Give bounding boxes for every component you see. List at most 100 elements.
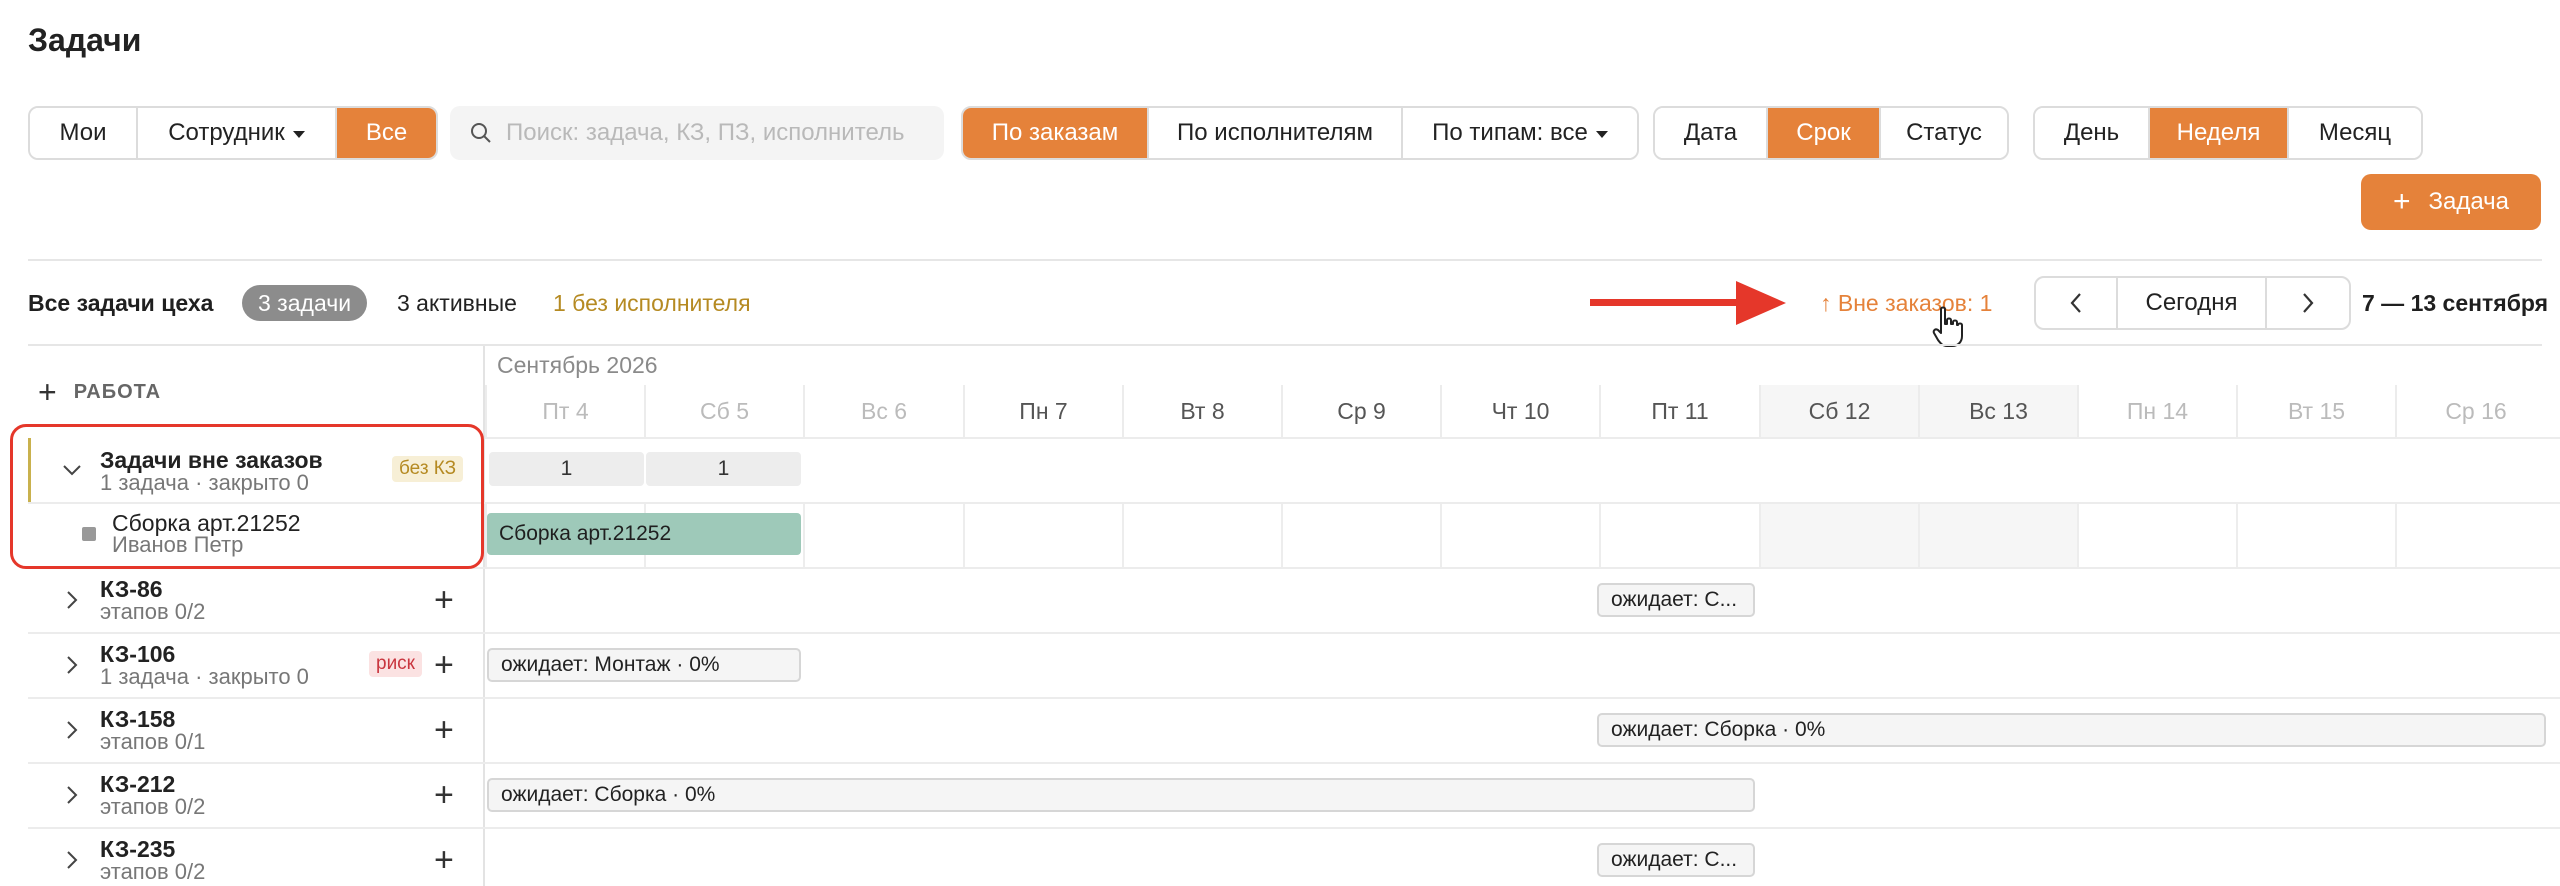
filter-mine-label: Мои xyxy=(59,119,107,146)
chevron-right-icon[interactable] xyxy=(62,785,82,805)
today-button[interactable]: Сегодня xyxy=(2118,278,2267,328)
filter-employee-dropdown[interactable]: Сотрудник xyxy=(138,108,337,158)
day-header: Ср 9 xyxy=(1281,385,1440,437)
day-header: Вт 8 xyxy=(1122,385,1281,437)
order-subtitle: 1 задача · закрыто 0 xyxy=(100,664,309,689)
day-count-cell: 1 xyxy=(489,452,644,486)
day-column xyxy=(1281,504,1440,567)
day-header: Вс 13 xyxy=(1918,385,2077,437)
add-stage-button[interactable]: + xyxy=(434,648,454,682)
period-selector: День Неделя Месяц xyxy=(2033,106,2423,160)
add-task-button[interactable]: + Задача xyxy=(2361,174,2541,230)
group-by-types-dropdown[interactable]: По типам: все xyxy=(1403,108,1637,158)
unassigned-filter-link[interactable]: 1 без исполнителя xyxy=(553,290,751,317)
group-by-assignees-button[interactable]: По исполнителям xyxy=(1149,108,1403,158)
add-work-button[interactable]: + РАБОТА xyxy=(38,376,161,408)
add-stage-button[interactable]: + xyxy=(434,778,454,812)
day-header: Ср 16 xyxy=(2395,385,2555,437)
stage-bar[interactable]: ожидает: С... xyxy=(1597,583,1755,617)
today-label: Сегодня xyxy=(2145,289,2238,316)
period-month-label: Месяц xyxy=(2318,119,2392,146)
tasks-count-badge: 3 задачи xyxy=(242,285,368,321)
group-by-orders-button[interactable]: По заказам xyxy=(963,108,1149,158)
date-range-label: 7 — 13 сентября xyxy=(2362,290,2549,316)
day-header: Пт 4 xyxy=(485,385,644,437)
task-bar[interactable]: Сборка арт.21252 xyxy=(487,513,801,555)
period-day-label: День xyxy=(2063,119,2120,146)
search-input[interactable] xyxy=(506,119,926,147)
scope-filter: Мои Сотрудник Все xyxy=(28,106,438,160)
add-stage-button[interactable]: + xyxy=(434,713,454,747)
sort-deadline-label: Срок xyxy=(1796,119,1851,146)
prev-week-button[interactable] xyxy=(2036,278,2118,328)
active-count: 3 активные xyxy=(397,290,517,316)
day-column xyxy=(803,504,963,567)
risk-badge: риск xyxy=(369,651,422,677)
day-column xyxy=(2395,504,2555,567)
order-subtitle: этапов 0/2 xyxy=(100,859,206,884)
day-column xyxy=(1440,504,1599,567)
chevron-left-icon xyxy=(2070,293,2081,313)
day-count-cell: 1 xyxy=(646,452,801,486)
plus-icon: + xyxy=(38,374,58,410)
day-header: Пн 14 xyxy=(2077,385,2236,437)
stage-bar[interactable]: ожидает: С... xyxy=(1597,843,1755,877)
day-header: Сб 12 xyxy=(1759,385,1918,437)
chevron-right-icon[interactable] xyxy=(62,655,82,675)
order-subtitle: этапов 0/1 xyxy=(100,729,206,754)
search-icon xyxy=(471,123,491,143)
stage-bar[interactable]: ожидает: Монтаж · 0% xyxy=(487,648,801,682)
column-divider xyxy=(483,346,485,886)
day-column xyxy=(2236,504,2395,567)
highlight-annotation xyxy=(10,424,484,569)
day-column xyxy=(1918,504,2077,567)
divider xyxy=(28,344,2542,346)
sort-selector: Дата Срок Статус xyxy=(1653,106,2009,160)
chevron-right-icon[interactable] xyxy=(62,720,82,740)
outside-orders-link[interactable]: ↑ Вне заказов: 1 xyxy=(1820,290,1992,317)
sort-deadline-button[interactable]: Срок xyxy=(1768,108,1881,158)
grouping-selector: По заказам По исполнителям По типам: все xyxy=(961,106,1639,160)
period-week-label: Неделя xyxy=(2176,119,2261,146)
row-divider xyxy=(28,697,2560,699)
period-month-button[interactable]: Месяц xyxy=(2289,108,2421,158)
arrow-right-icon xyxy=(1590,281,1786,325)
day-column xyxy=(1599,504,1759,567)
group-by-assignees-label: По исполнителям xyxy=(1177,119,1373,146)
filter-employee-label: Сотрудник xyxy=(168,119,285,146)
divider xyxy=(28,259,2542,261)
chevron-right-icon[interactable] xyxy=(62,850,82,870)
plus-icon: + xyxy=(2392,185,2411,218)
group-by-orders-label: По заказам xyxy=(991,119,1119,146)
search-box[interactable] xyxy=(450,106,944,160)
day-header: Вт 15 xyxy=(2236,385,2395,437)
row-divider xyxy=(485,437,2560,439)
day-column xyxy=(2077,504,2236,567)
sort-status-button[interactable]: Статус xyxy=(1881,108,2007,158)
day-column xyxy=(963,504,1122,567)
add-stage-button[interactable]: + xyxy=(434,583,454,617)
day-header: Пт 11 xyxy=(1599,385,1759,437)
period-day-button[interactable]: День xyxy=(2035,108,2150,158)
sort-date-button[interactable]: Дата xyxy=(1655,108,1768,158)
stage-bar[interactable]: ожидает: Сборка · 0% xyxy=(1597,713,2546,747)
add-stage-button[interactable]: + xyxy=(434,843,454,877)
page-title: Задачи xyxy=(28,22,142,58)
chevron-right-icon[interactable] xyxy=(62,590,82,610)
sort-date-label: Дата xyxy=(1683,119,1738,146)
order-subtitle: этапов 0/2 xyxy=(100,599,206,624)
date-navigation: Сегодня xyxy=(2034,276,2351,330)
stage-bar[interactable]: ожидает: Сборка · 0% xyxy=(487,778,1755,812)
filter-mine-button[interactable]: Мои xyxy=(30,108,138,158)
order-subtitle: этапов 0/2 xyxy=(100,794,206,819)
day-header: Сб 5 xyxy=(644,385,803,437)
group-by-types-label: По типам: все xyxy=(1432,119,1588,146)
work-label: РАБОТА xyxy=(73,380,162,403)
pointer-hand-icon xyxy=(1932,306,1963,347)
period-week-button[interactable]: Неделя xyxy=(2150,108,2289,158)
day-column xyxy=(1122,504,1281,567)
day-header: Пн 7 xyxy=(963,385,1122,437)
next-week-button[interactable] xyxy=(2267,278,2349,328)
filter-all-button[interactable]: Все xyxy=(337,108,436,158)
day-header: Вс 6 xyxy=(803,385,963,437)
